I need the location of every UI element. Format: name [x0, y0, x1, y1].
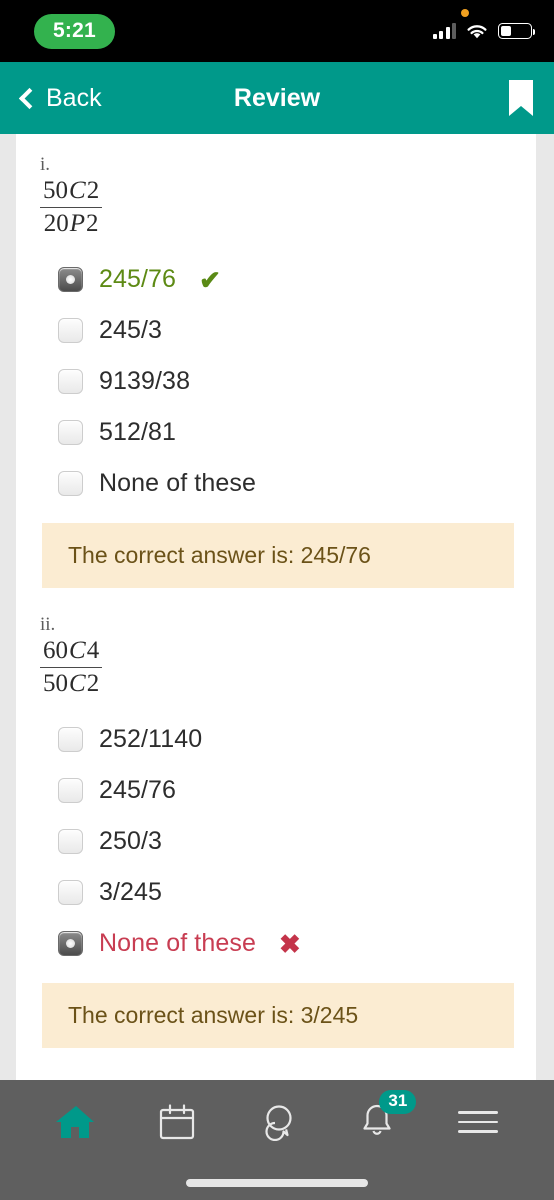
- option-row[interactable]: 245/3: [38, 305, 514, 356]
- home-indicator: [186, 1179, 368, 1187]
- question-block-1: i. 50C2 20P2 245/76 ✔ 245/3 9139/38 512/…: [38, 148, 514, 588]
- formula-numerator-suffix: 2: [86, 177, 100, 204]
- cellular-signal-icon: [432, 23, 456, 39]
- review-card: i. 50C2 20P2 245/76 ✔ 245/3 9139/38 512/…: [16, 134, 536, 1080]
- option-label: 245/76: [99, 265, 177, 293]
- radio-button[interactable]: [58, 727, 83, 752]
- option-row[interactable]: 9139/38: [38, 356, 514, 407]
- status-icons: [432, 0, 535, 62]
- back-button-label: Back: [46, 83, 102, 112]
- calendar-icon: [159, 1104, 194, 1140]
- formula-numerator-op: C: [69, 177, 86, 204]
- phone-screen: 5:21 Back Review i. 50C2 20P2 245/76 ✔ 2…: [0, 0, 554, 1200]
- option-label: None of these: [99, 469, 256, 497]
- formula-denominator-op: P: [69, 210, 85, 237]
- hamburger-menu-icon: [457, 1111, 498, 1133]
- question-formula: 60C4 50C2: [40, 637, 103, 698]
- formula-denominator-prefix: 20: [43, 210, 69, 237]
- chat-icon: [265, 1105, 292, 1141]
- wifi-icon: [467, 24, 487, 38]
- tab-notifications[interactable]: 31: [327, 1088, 427, 1156]
- tab-calendar[interactable]: [126, 1088, 226, 1156]
- navigation-bar: Back Review: [0, 62, 554, 134]
- question-block-2: ii. 60C4 50C2 252/1140 245/76 250/3 3/24…: [38, 608, 514, 1048]
- option-row[interactable]: 250/3: [38, 816, 514, 867]
- status-bar: 5:21: [0, 0, 554, 62]
- option-row[interactable]: 245/76 ✔: [38, 254, 514, 305]
- formula-numerator-suffix: 4: [86, 637, 100, 664]
- option-row[interactable]: 512/81: [38, 407, 514, 458]
- option-list: 245/76 ✔ 245/3 9139/38 512/81 None of th…: [38, 254, 514, 509]
- formula-denominator-prefix: 50: [43, 670, 68, 697]
- option-label: 250/3: [99, 827, 163, 855]
- option-label: 9139/38: [99, 367, 191, 395]
- option-label: 245/76: [99, 776, 177, 804]
- radio-button[interactable]: [58, 829, 83, 854]
- option-row[interactable]: 3/245: [38, 867, 514, 918]
- option-row[interactable]: 252/1140: [38, 714, 514, 765]
- formula-numerator-prefix: 50: [43, 177, 68, 204]
- question-number: i.: [40, 154, 51, 175]
- option-row[interactable]: 245/76: [38, 765, 514, 816]
- option-list: 252/1140 245/76 250/3 3/245 None of thes…: [38, 714, 514, 969]
- option-row[interactable]: None of these: [38, 458, 514, 509]
- content-area: i. 50C2 20P2 245/76 ✔ 245/3 9139/38 512/…: [0, 134, 554, 1080]
- bottom-tab-bar: 31: [0, 1080, 554, 1200]
- tab-chat[interactable]: [227, 1088, 327, 1156]
- option-label: None of these: [99, 929, 256, 957]
- wrong-cross-icon: ✖: [278, 928, 301, 959]
- radio-button-selected[interactable]: [58, 267, 83, 292]
- radio-button[interactable]: [58, 420, 83, 445]
- radio-button[interactable]: [58, 318, 83, 343]
- formula-denominator-suffix: 2: [86, 670, 100, 697]
- correct-answer-banner: The correct answer is: 245/76: [42, 523, 514, 588]
- question-number: ii.: [40, 614, 56, 635]
- notification-badge: 31: [379, 1090, 417, 1114]
- home-icon: [56, 1106, 95, 1138]
- option-label: 512/81: [99, 418, 177, 446]
- bookmark-icon[interactable]: [506, 78, 536, 118]
- radio-button[interactable]: [58, 778, 83, 803]
- tab-menu[interactable]: [428, 1088, 528, 1156]
- radio-button[interactable]: [58, 369, 83, 394]
- battery-icon: [498, 23, 535, 39]
- tab-home[interactable]: [26, 1088, 126, 1156]
- status-time: 5:21: [34, 13, 115, 49]
- option-label: 3/245: [99, 878, 163, 906]
- option-label: 245/3: [99, 316, 163, 344]
- question-formula: 50C2 20P2: [40, 177, 103, 238]
- formula-numerator-op: C: [69, 637, 86, 664]
- formula-denominator-op: C: [69, 670, 86, 697]
- radio-button-selected[interactable]: [58, 931, 83, 956]
- chevron-left-icon: [18, 87, 41, 109]
- option-label: 252/1140: [99, 725, 203, 753]
- correct-check-icon: ✔: [199, 264, 221, 295]
- radio-button[interactable]: [58, 880, 83, 905]
- formula-denominator-suffix: 2: [85, 210, 99, 237]
- correct-answer-banner: The correct answer is: 3/245: [42, 983, 514, 1048]
- back-button[interactable]: Back: [18, 84, 102, 113]
- formula-numerator-prefix: 60: [43, 637, 68, 664]
- radio-button[interactable]: [58, 471, 83, 496]
- option-row[interactable]: None of these ✖: [38, 918, 514, 969]
